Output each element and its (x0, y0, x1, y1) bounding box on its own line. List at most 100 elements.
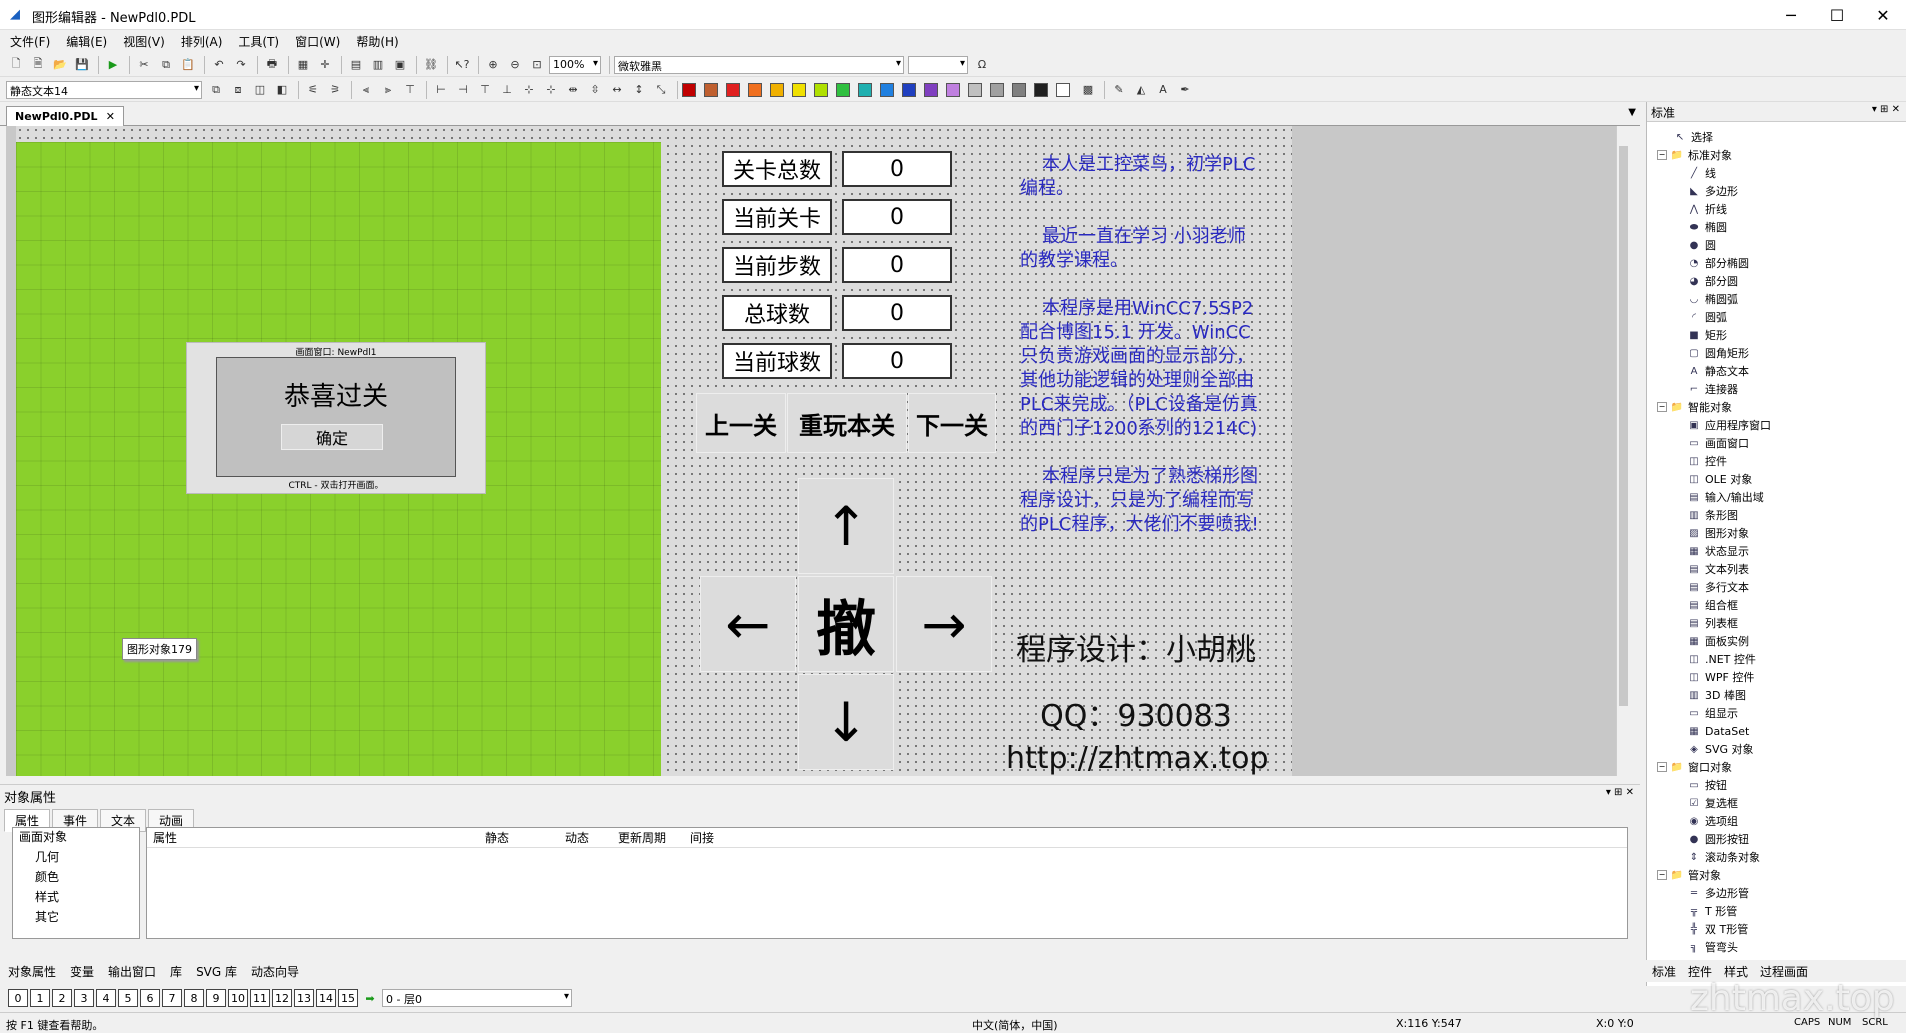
stat-value-total-levels[interactable]: 0 (842, 151, 952, 187)
palette-item[interactable]: ╱ 线 (1653, 164, 1893, 182)
color-swatch[interactable] (1012, 82, 1026, 97)
new-icon[interactable]: 🗋 (6, 55, 26, 75)
palette-item[interactable]: ◫ OLE 对象 (1653, 470, 1893, 488)
color-swatch[interactable] (682, 82, 696, 97)
new-template-icon[interactable]: 🗎 (28, 55, 48, 75)
tab-dynamic-wizard[interactable]: 动态向导 (251, 963, 299, 980)
expand-icon[interactable]: − (1657, 762, 1667, 772)
palette-item[interactable]: ▥ 3D 棒图 (1653, 686, 1893, 704)
layer-button[interactable]: 6 (140, 989, 160, 1007)
copy-icon[interactable]: ⧉ (156, 55, 176, 75)
tree-item[interactable]: 画面对象 (13, 828, 139, 848)
picture-window[interactable]: 画面窗口: NewPdl1 恭喜过关 确定 CTRL - 双击打开画面。 (186, 342, 486, 494)
line-color-icon[interactable]: ✎ (1109, 80, 1129, 100)
maximize-button[interactable]: ☐ (1814, 0, 1860, 30)
zoom-fit-icon[interactable]: ⊡ (527, 55, 547, 75)
palette-item[interactable]: ▤ 组合框 (1653, 596, 1893, 614)
properties-icon[interactable]: ▥ (368, 55, 388, 75)
down-arrow-button[interactable]: ↓ (798, 674, 894, 770)
palette-item[interactable]: ◫ WPF 控件 (1653, 668, 1893, 686)
replay-level-button[interactable]: 重玩本关 (787, 393, 907, 453)
link-icon[interactable]: ⛓ (421, 55, 441, 75)
palette-item[interactable]: ◫ 控件 (1653, 452, 1893, 470)
font-size-combo[interactable] (908, 55, 968, 74)
color-swatch[interactable] (946, 82, 960, 97)
layer-button[interactable]: 11 (250, 989, 270, 1007)
ok-button[interactable]: 确定 (281, 424, 383, 450)
menu-file[interactable]: 文件(F) (10, 33, 50, 50)
palette-item[interactable]: ▣ 应用程序窗口 (1653, 416, 1893, 434)
tabs-dropdown-icon[interactable]: ▼ (1628, 107, 1636, 118)
menu-arrange[interactable]: 排列(A) (181, 33, 223, 50)
stat-value-current-level[interactable]: 0 (842, 199, 952, 235)
layer-button[interactable]: 0 (8, 989, 28, 1007)
palette-item[interactable]: ⌐ 连接器 (1653, 380, 1893, 398)
palette-item[interactable]: ▢ 圆角矩形 (1653, 344, 1893, 362)
undo-icon[interactable]: ↶ (209, 55, 229, 75)
palette-item[interactable]: ● 圆形按钮 (1653, 830, 1893, 848)
menu-view[interactable]: 视图(V) (123, 33, 165, 50)
zoom-in-icon[interactable]: ⊕ (483, 55, 503, 75)
palette-item[interactable]: ╗ 管弯头 (1653, 938, 1893, 956)
front-icon[interactable]: ◫ (250, 80, 270, 100)
palette-item[interactable]: ▦ DataSet (1653, 722, 1893, 740)
palette-item[interactable]: ☑ 复选框 (1653, 794, 1893, 812)
layers-icon[interactable]: ▤ (346, 55, 366, 75)
up-arrow-button[interactable]: ↑ (798, 478, 894, 574)
tab-variables[interactable]: 变量 (70, 963, 94, 980)
menu-help[interactable]: 帮助(H) (356, 33, 398, 50)
color-swatch[interactable] (814, 82, 828, 97)
tab-svg-library[interactable]: SVG 库 (196, 963, 237, 980)
color-swatch[interactable] (1034, 82, 1048, 97)
palette-item[interactable]: ⋀ 折线 (1653, 200, 1893, 218)
layer-button[interactable]: 9 (206, 989, 226, 1007)
layer-button[interactable]: 5 (118, 989, 138, 1007)
palette-item[interactable]: ▤ 文本列表 (1653, 560, 1893, 578)
layer-button[interactable]: 2 (52, 989, 72, 1007)
tab-styles[interactable]: 样式 (1724, 963, 1748, 980)
stat-value-total-balls[interactable]: 0 (842, 295, 952, 331)
ungroup-icon[interactable]: ⧈ (228, 80, 248, 100)
palette-item[interactable]: ◉ 选项组 (1653, 812, 1893, 830)
tab-standard[interactable]: 标准 (1652, 963, 1676, 980)
layer-button[interactable]: 4 (96, 989, 116, 1007)
palette-item[interactable]: ● 圆 (1653, 236, 1893, 254)
omega-icon[interactable]: Ω (972, 55, 992, 75)
object-combo[interactable]: 静态文本14 (6, 80, 202, 99)
color-swatch[interactable] (924, 82, 938, 97)
layer-button[interactable]: 1 (30, 989, 50, 1007)
layer-arrow-icon[interactable]: ➡ (360, 988, 380, 1008)
next-level-button[interactable]: 下一关 (908, 393, 996, 453)
menu-window[interactable]: 窗口(W) (295, 33, 340, 50)
align-right-icon[interactable]: ⫸ (378, 80, 398, 100)
center-v-icon[interactable]: ⊹ (541, 80, 561, 100)
color-swatch[interactable] (990, 82, 1004, 97)
prev-level-button[interactable]: 上一关 (696, 393, 786, 453)
minimize-button[interactable]: ─ (1768, 0, 1814, 30)
palette-item[interactable]: − 📁 窗口对象 (1653, 758, 1893, 776)
print-icon[interactable]: 🖶 (262, 55, 282, 75)
color-swatch[interactable] (726, 82, 740, 97)
palette-item[interactable]: ◜ 圆弧 (1653, 308, 1893, 326)
eyedropper-icon[interactable]: ✒ (1175, 80, 1195, 100)
color-swatch[interactable] (968, 82, 982, 97)
library-icon[interactable]: ▣ (390, 55, 410, 75)
run-icon[interactable]: ▶ (103, 55, 123, 75)
stat-value-steps[interactable]: 0 (842, 247, 952, 283)
properties-controls-icon[interactable]: ▾ ⊞ ✕ (1606, 787, 1634, 798)
palette-item[interactable]: ▦ 状态显示 (1653, 542, 1893, 560)
palette-item[interactable]: ↖ 选择 (1653, 128, 1893, 146)
close-button[interactable]: ✕ (1860, 0, 1906, 30)
expand-icon[interactable]: − (1657, 870, 1667, 880)
grid-icon[interactable]: ▦ (293, 55, 313, 75)
space-h-icon[interactable]: ⇹ (563, 80, 583, 100)
palette-item[interactable]: ◈ SVG 对象 (1653, 740, 1893, 758)
snap-icon[interactable]: ✛ (315, 55, 335, 75)
palette-item[interactable]: ⬬ 椭圆 (1653, 218, 1893, 236)
left-arrow-button[interactable]: ← (700, 576, 796, 672)
color-swatch[interactable] (748, 82, 762, 97)
palette-item[interactable]: ⇕ 滚动条对象 (1653, 848, 1893, 866)
palette-item[interactable]: ▨ 图形对象 (1653, 524, 1893, 542)
font-combo[interactable]: 微软雅黑 (614, 55, 904, 74)
color-swatch[interactable] (1056, 82, 1070, 97)
